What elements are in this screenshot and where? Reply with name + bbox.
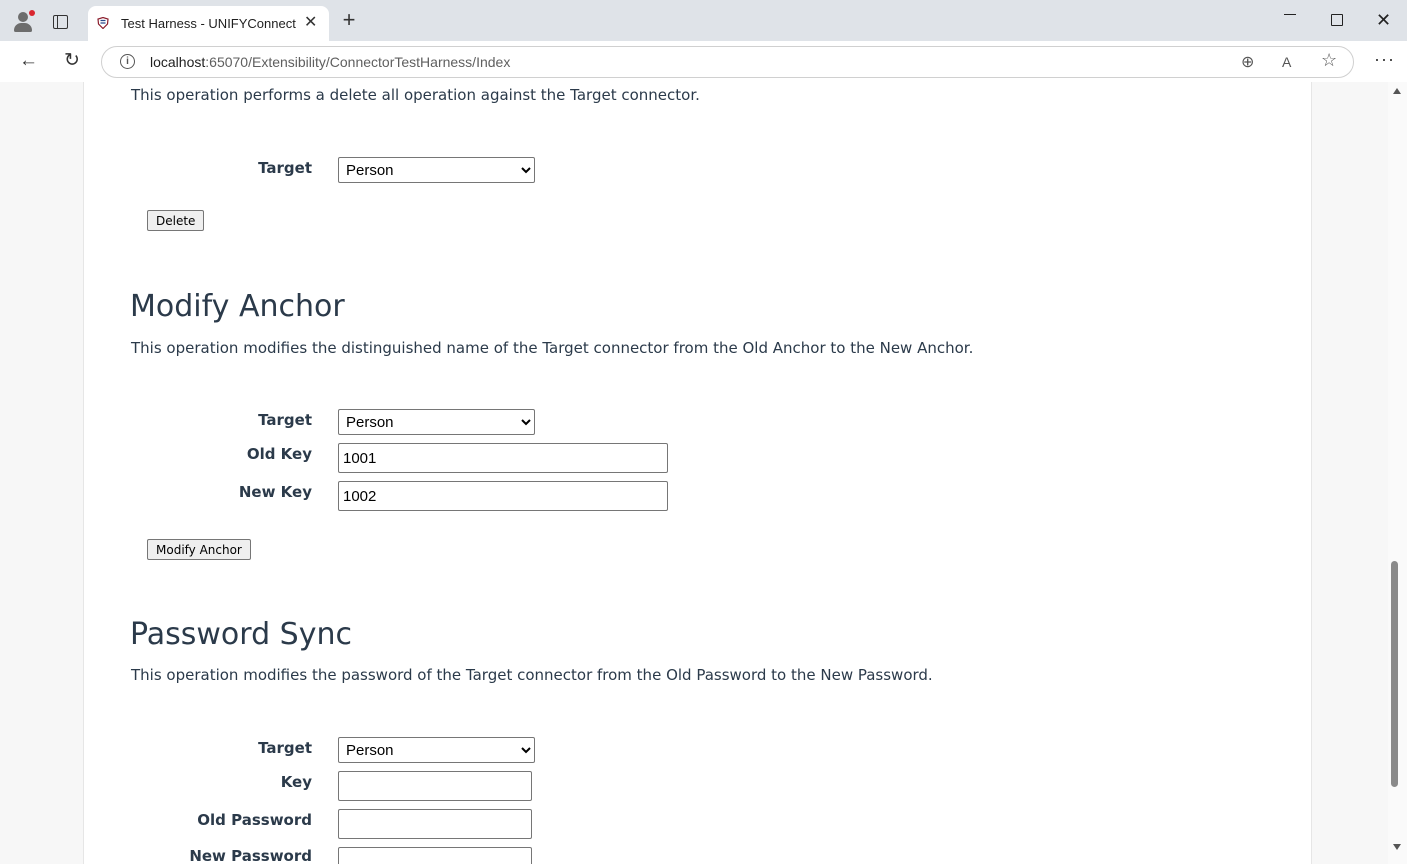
site-favicon-icon [97,17,109,29]
profile-icon[interactable] [12,10,35,32]
content-card: This operation performs a delete all ope… [83,82,1312,864]
browser-toolbar: ← ↻ i localhost:65070/Extensibility/Conn… [0,41,1407,83]
pwsync-target-select[interactable]: Person [338,737,535,763]
minimize-icon[interactable] [1284,14,1296,15]
url-path: :65070/Extensibility/ConnectorTestHarnes… [205,54,511,70]
modify-anchor-button[interactable]: Modify Anchor [147,539,251,560]
maximize-icon[interactable] [1331,14,1343,26]
reload-icon[interactable]: ↻ [64,51,80,71]
new-password-label: New Password [189,847,312,864]
anchor-target-select[interactable]: Person [338,409,535,435]
key-label: Key [280,773,312,791]
delete-button[interactable]: Delete [147,210,205,231]
site-info-icon[interactable]: i [120,54,135,69]
old-password-input[interactable] [338,809,532,839]
scroll-up-arrow-icon[interactable] [1393,88,1401,94]
browser-titlebar: Test Harness - UNIFYConnect ✕ + ✕ [0,0,1407,41]
delete-all-description: This operation performs a delete all ope… [131,86,700,104]
address-bar[interactable]: i localhost:65070/Extensibility/Connecto… [101,46,1354,78]
url-host: localhost [150,54,206,70]
old-key-input[interactable] [338,443,668,473]
read-aloud-icon[interactable]: A [1282,54,1291,70]
old-key-label: Old Key [246,445,312,463]
new-tab-icon[interactable]: + [339,9,359,31]
pwsync-target-label: Target [258,739,312,757]
zoom-icon[interactable]: ⊕ [1241,52,1254,72]
delete-target-select[interactable]: Person [338,157,535,183]
new-key-label: New Key [238,483,312,501]
new-key-input[interactable] [338,481,668,511]
favorite-star-icon[interactable]: ☆ [1321,50,1337,71]
page-viewport: This operation performs a delete all ope… [0,82,1388,864]
password-sync-title: Password Sync [130,617,352,652]
password-sync-description: This operation modifies the password of … [131,666,933,684]
url-text[interactable]: localhost:65070/Extensibility/ConnectorT… [150,54,510,70]
delete-target-label: Target [258,159,312,177]
tab-actions-icon[interactable] [53,15,68,29]
tab-close-icon[interactable]: ✕ [304,14,317,32]
old-password-label: Old Password [197,811,312,829]
more-menu-icon[interactable]: ··· [1374,49,1395,70]
back-arrow-icon[interactable]: ← [19,51,38,71]
tab-title: Test Harness - UNIFYConnect [121,16,296,31]
scroll-down-arrow-icon[interactable] [1393,844,1401,850]
modify-anchor-description: This operation modifies the distinguishe… [131,339,974,357]
new-password-input[interactable] [338,847,532,864]
anchor-target-label: Target [258,411,312,429]
page-scrollbar[interactable] [1388,82,1407,864]
key-input[interactable] [338,771,532,801]
scrollbar-thumb[interactable] [1391,561,1398,787]
window-close-icon[interactable]: ✕ [1376,11,1391,29]
browser-tab[interactable]: Test Harness - UNIFYConnect ✕ [88,6,329,41]
modify-anchor-title: Modify Anchor [130,289,345,324]
